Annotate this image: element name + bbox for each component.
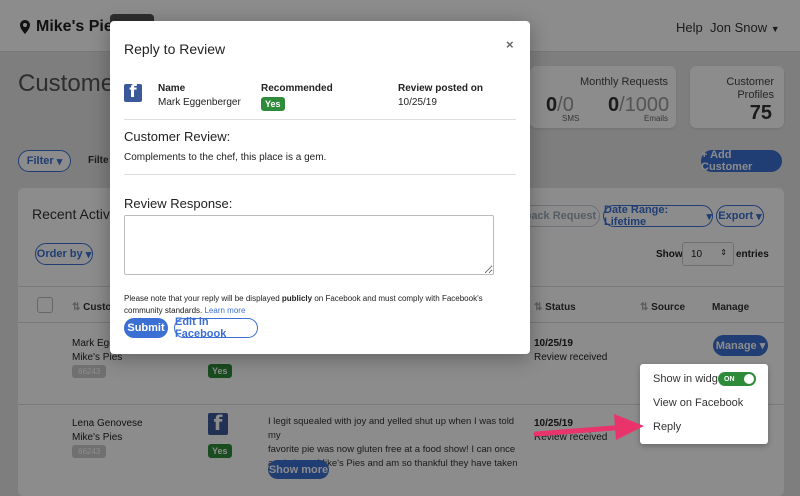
edit-in-facebook-button[interactable]: Edit in Facebook [174,316,258,340]
view-on-facebook-item[interactable]: View on Facebook [653,397,743,409]
facebook-icon: f [124,82,142,102]
reviewer-name-block: Name Mark Eggenberger [158,83,241,108]
reply-to-review-modal: Reply to Review × f Name Mark Eggenberge… [110,21,530,354]
review-response-heading: Review Response: [124,196,233,211]
recommended-label: Recommended [261,83,333,94]
divider [124,174,516,175]
submit-button[interactable]: Submit [124,318,168,338]
reply-item[interactable]: Reply [653,421,681,433]
name-label: Name [158,83,186,94]
toggle-state-label: ON [724,375,735,383]
posted-block: Review posted on 10/25/19 [398,83,483,108]
close-icon[interactable]: × [506,37,514,52]
learn-more-link[interactable]: Learn more [204,306,245,315]
customer-review-text: Complements to the chef, this place is a… [124,152,327,163]
toggle-knob [744,374,754,384]
customer-review-heading: Customer Review: [124,129,231,144]
recommended-block: Recommended Yes [261,83,333,112]
note-bold-text: publicly [281,294,313,303]
posted-label: Review posted on [398,83,484,94]
show-in-widget-item: Show in widget [653,373,727,385]
arrow-annotation-icon [533,414,644,440]
recommended-badge: Yes [261,97,285,111]
modal-title: Reply to Review [124,41,226,57]
facebook-policy-note: Please note that your reply will be disp… [124,293,504,317]
manage-dropdown-menu: Show in widget ON View on Facebook Reply [640,364,768,444]
show-in-widget-toggle[interactable]: ON [718,372,756,386]
note-text: Please note that your reply will be disp… [124,294,282,303]
posted-date: 10/25/19 [398,97,437,108]
divider [124,119,516,120]
review-response-input[interactable] [124,215,494,275]
reviewer-name: Mark Eggenberger [158,97,241,108]
